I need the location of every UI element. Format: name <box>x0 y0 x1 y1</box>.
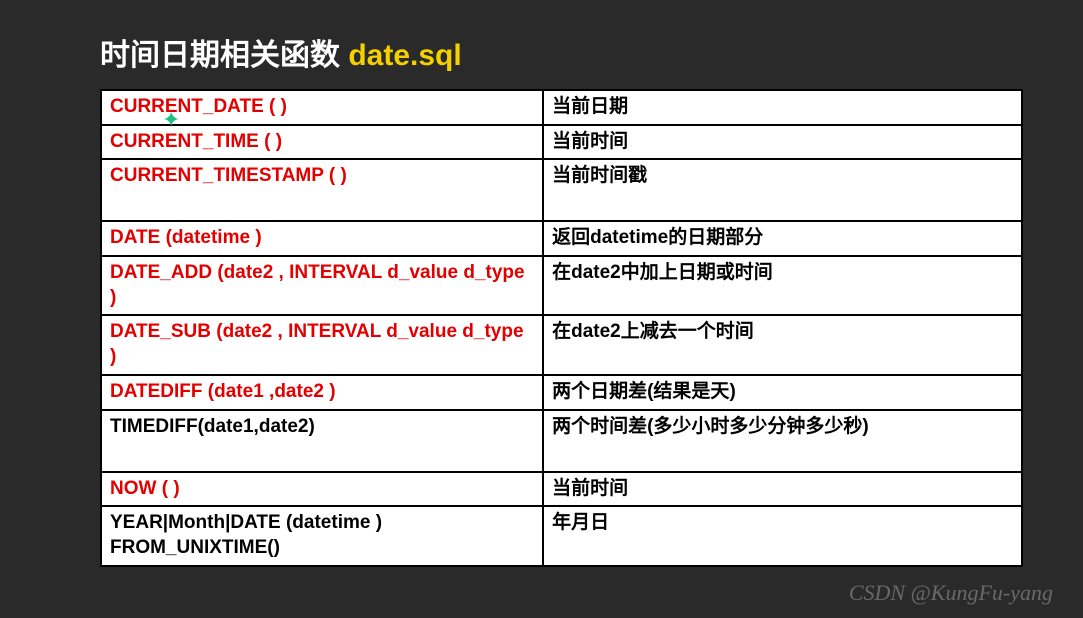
watermark: CSDN @KungFu-yang <box>849 580 1053 606</box>
table-row: YEAR|Month|DATE (datetime ) FROM_UNIXTIM… <box>101 506 1022 565</box>
title-white: 时间日期相关函数 <box>100 39 348 72</box>
table-row: TIMEDIFF(date1,date2)两个时间差(多少小时多少分钟多少秒) <box>101 410 1022 472</box>
table-row: CURRENT_TIMESTAMP ( )当前时间戳 <box>101 159 1022 221</box>
table-row: CURRENT_DATE ( )当前日期 <box>101 90 1022 125</box>
function-cell: DATEDIFF (date1 ,date2 ) <box>101 375 543 410</box>
table-row: NOW ( )当前时间 <box>101 472 1022 507</box>
function-table: CURRENT_DATE ( )当前日期CURRENT_TIME ( )当前时间… <box>100 89 1023 567</box>
table-row: DATE (datetime )返回datetime的日期部分 <box>101 221 1022 256</box>
description-cell: 在date2上减去一个时间 <box>543 315 1022 374</box>
description-cell: 当前日期 <box>543 90 1022 125</box>
description-cell: 当前时间戳 <box>543 159 1022 221</box>
function-cell: DATE_SUB (date2 , INTERVAL d_value d_typ… <box>101 315 543 374</box>
description-cell: 当前时间 <box>543 472 1022 507</box>
table-row: DATEDIFF (date1 ,date2 )两个日期差(结果是天) <box>101 375 1022 410</box>
description-cell: 当前时间 <box>543 125 1022 160</box>
table-row: DATE_SUB (date2 , INTERVAL d_value d_typ… <box>101 315 1022 374</box>
description-cell: 年月日 <box>543 506 1022 565</box>
description-cell: 返回datetime的日期部分 <box>543 221 1022 256</box>
table-row: CURRENT_TIME ( )当前时间 <box>101 125 1022 160</box>
function-cell: DATE (datetime ) <box>101 221 543 256</box>
function-cell: CURRENT_DATE ( ) <box>101 90 543 125</box>
page-title: 时间日期相关函数 date.sql <box>100 30 1023 74</box>
function-cell: TIMEDIFF(date1,date2) <box>101 410 543 472</box>
description-cell: 在date2中加上日期或时间 <box>543 256 1022 315</box>
description-cell: 两个日期差(结果是天) <box>543 375 1022 410</box>
function-cell: DATE_ADD (date2 , INTERVAL d_value d_typ… <box>101 256 543 315</box>
table-row: DATE_ADD (date2 , INTERVAL d_value d_typ… <box>101 256 1022 315</box>
title-yellow: date.sql <box>348 39 461 72</box>
description-cell: 两个时间差(多少小时多少分钟多少秒) <box>543 410 1022 472</box>
function-cell: CURRENT_TIMESTAMP ( ) <box>101 159 543 221</box>
function-cell: CURRENT_TIME ( ) <box>101 125 543 160</box>
function-cell: YEAR|Month|DATE (datetime ) FROM_UNIXTIM… <box>101 506 543 565</box>
function-cell: NOW ( ) <box>101 472 543 507</box>
